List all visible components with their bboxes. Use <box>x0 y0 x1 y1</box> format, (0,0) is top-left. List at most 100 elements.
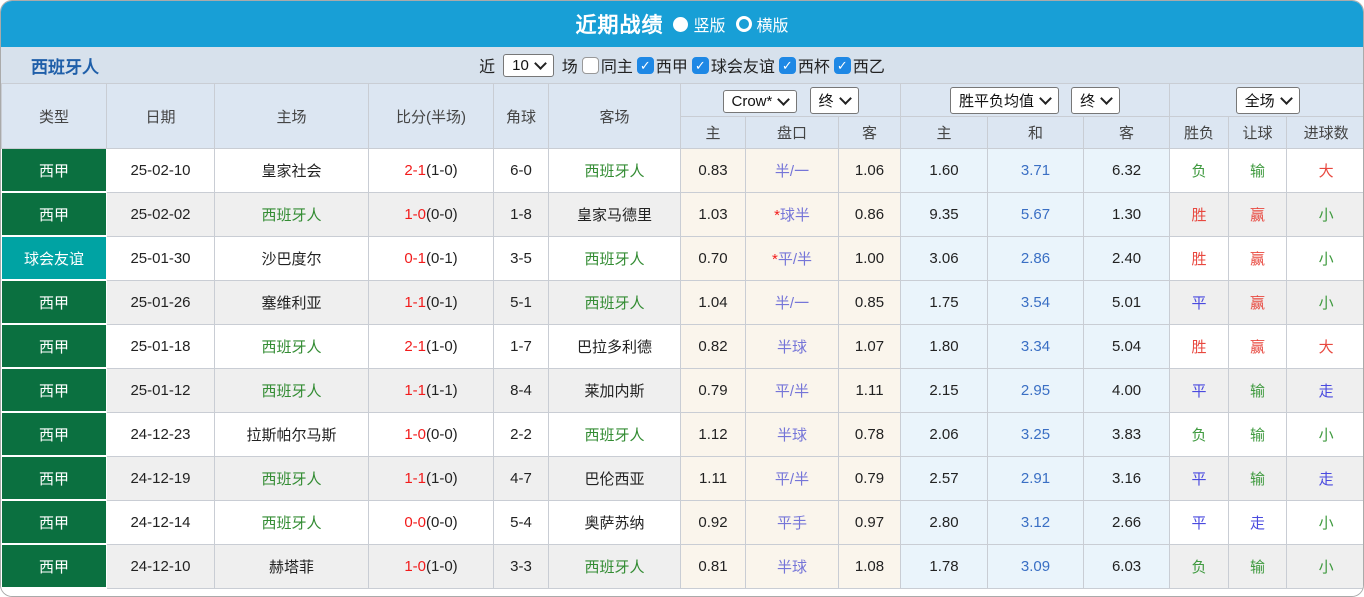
score-cell: 1-1(0-1) <box>368 279 494 325</box>
checkbox-icon[interactable] <box>636 56 654 74</box>
avg-away-odds: 6.32 <box>1083 148 1171 193</box>
score-cell: 1-0(0-0) <box>368 191 494 237</box>
col-header-home: 主场 <box>214 83 369 149</box>
table-row: 西甲 25-01-12 西班牙人 1-1(1-1) 8-4 莱加内斯 0.79 平/半 1.11… <box>1 367 1363 413</box>
corner-cell: 3-5 <box>493 235 549 281</box>
half-score: (1-0) <box>426 337 458 355</box>
full-score: 2-1 <box>404 337 426 355</box>
checkbox-icon[interactable] <box>691 56 709 74</box>
score-cell: 0-1(0-1) <box>368 235 494 281</box>
result-cell: 负 <box>1169 543 1230 589</box>
checkbox-icon[interactable] <box>778 56 796 74</box>
type-cell: 西甲 <box>1 543 107 589</box>
type-cell: 西甲 <box>1 191 107 237</box>
avg-away-odds: 2.66 <box>1083 499 1171 545</box>
date-cell: 25-01-30 <box>106 235 215 281</box>
score-cell: 1-0(0-0) <box>368 411 494 457</box>
handicap-cell: 平/半 <box>745 367 839 413</box>
avg-home-odds: 2.06 <box>900 411 989 457</box>
checkbox-same-host[interactable]: 同主 <box>581 53 633 77</box>
home-team-cell: 拉斯帕尔马斯 <box>214 411 369 457</box>
scope-select[interactable]: 全场 <box>1235 86 1300 114</box>
avg-home-odds: 1.80 <box>900 323 989 369</box>
layout-horizontal-option[interactable]: 横版 <box>735 12 789 36</box>
home-team-cell: 西班牙人 <box>214 367 369 413</box>
full-score: 1-1 <box>404 293 426 311</box>
checkbox-club-friendly[interactable]: 球会友谊 <box>691 53 775 77</box>
crow-away-odds: 1.06 <box>837 148 902 193</box>
checkbox-icon[interactable] <box>833 56 851 74</box>
away-team-cell: 巴拉多利德 <box>548 323 681 369</box>
handicap-result-cell: 输 <box>1228 148 1288 193</box>
full-score: 1-1 <box>404 381 426 399</box>
goals-cell: 走 <box>1286 367 1363 413</box>
handicap-value: 平/半 <box>774 382 810 400</box>
crow-away-odds: 1.08 <box>837 543 902 589</box>
date-cell: 24-12-14 <box>106 499 215 545</box>
sub-col-header: 主 <box>680 116 746 149</box>
half-score: (0-0) <box>426 425 458 443</box>
home-team-cell: 西班牙人 <box>214 499 369 545</box>
checkbox-copa[interactable]: 西杯 <box>778 53 830 77</box>
date-cell: 24-12-10 <box>106 543 215 589</box>
odds-time-select[interactable]: 终 <box>809 86 859 114</box>
avg-draw-odds: 3.34 <box>987 323 1085 369</box>
avg-group-header: 胜平负均值 终 <box>900 83 1171 117</box>
result-cell: 平 <box>1169 367 1230 413</box>
home-team-cell: 西班牙人 <box>214 191 369 237</box>
handicap-cell: *球半 <box>745 191 839 237</box>
result-cell: 平 <box>1169 455 1230 501</box>
away-team-cell: 西班牙人 <box>548 411 681 457</box>
odds-company-select[interactable]: Crow* <box>722 89 798 113</box>
corner-cell: 8-4 <box>493 367 549 413</box>
avg-away-odds: 5.01 <box>1083 279 1171 325</box>
away-team-cell: 西班牙人 <box>548 543 681 589</box>
handicap-cell: *平/半 <box>745 235 839 281</box>
avg-away-odds: 1.30 <box>1083 191 1171 237</box>
avg-draw-odds: 2.91 <box>987 455 1085 501</box>
layout-horizontal-label: 横版 <box>756 18 789 35</box>
handicap-cell: 平/半 <box>745 455 839 501</box>
checkbox-laliga2[interactable]: 西乙 <box>833 53 885 77</box>
radio-selected-icon[interactable] <box>673 16 689 32</box>
summary-bar: 近 10 场,胜3平4负3, 胜率: 30% 赢率: 40% 大: 20% 单率… <box>1 589 1363 596</box>
goals-cell: 小 <box>1286 543 1363 589</box>
type-cell: 西甲 <box>1 279 107 325</box>
results-table: 类型 日期 主场 比分(半场) 角球 客场 Crow* 终 胜平负均值 终 全场… <box>1 83 1363 589</box>
match-count-select[interactable]: 10 <box>503 53 554 77</box>
checkbox-label: 西乙 <box>852 59 885 76</box>
crow-home-odds: 1.04 <box>680 279 746 325</box>
full-score: 1-0 <box>404 205 426 223</box>
score-cell: 1-1(1-1) <box>368 367 494 413</box>
sub-col-header: 和 <box>987 116 1085 149</box>
handicap-value: 半/一 <box>774 162 810 180</box>
avg-time-select[interactable]: 终 <box>1071 86 1121 114</box>
type-cell: 西甲 <box>1 367 107 413</box>
avg-type-select[interactable]: 胜平负均值 <box>949 86 1059 114</box>
handicap-value: 平手 <box>776 514 807 532</box>
score-cell: 0-0(0-0) <box>368 499 494 545</box>
checkbox-icon[interactable] <box>581 56 599 74</box>
crow-away-odds: 0.86 <box>837 191 902 237</box>
chevron-down-icon <box>1039 92 1052 105</box>
avg-away-odds: 3.16 <box>1083 455 1171 501</box>
avg-home-odds: 1.60 <box>900 148 989 193</box>
date-cell: 25-01-12 <box>106 367 215 413</box>
games-label: 场 <box>561 59 578 76</box>
radio-unselected-icon[interactable] <box>735 16 752 32</box>
odds-company-value: Crow* <box>731 92 773 110</box>
scope-group-header: 全场 <box>1169 83 1363 117</box>
type-cell: 西甲 <box>1 323 107 369</box>
layout-vertical-option[interactable]: 竖版 <box>673 12 726 36</box>
half-score: (0-1) <box>426 249 458 267</box>
checkbox-laliga[interactable]: 西甲 <box>636 53 688 77</box>
result-cell: 胜 <box>1169 235 1230 281</box>
date-cell: 25-02-02 <box>106 191 215 237</box>
avg-away-odds: 4.00 <box>1083 367 1171 413</box>
avg-home-odds: 9.35 <box>900 191 989 237</box>
result-cell: 平 <box>1169 279 1230 325</box>
checkbox-label: 球会友谊 <box>710 59 775 76</box>
handicap-cell: 平手 <box>745 499 839 545</box>
corner-cell: 4-7 <box>493 455 549 501</box>
goals-cell: 小 <box>1286 191 1363 237</box>
